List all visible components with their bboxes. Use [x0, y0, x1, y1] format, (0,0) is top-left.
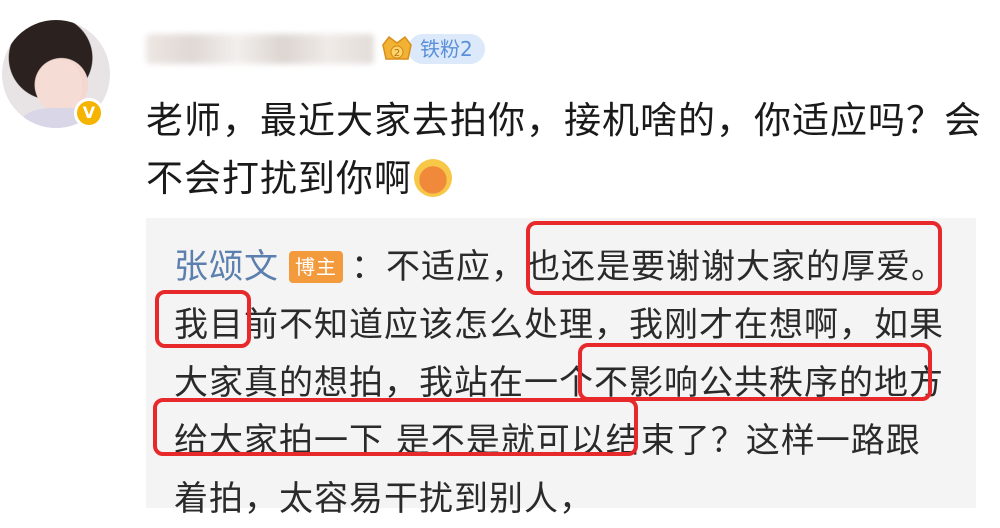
- verified-icon: V: [74, 98, 104, 128]
- owner-tag-badge: 博主: [289, 251, 343, 283]
- smiling-face-emoji-icon: [414, 159, 452, 197]
- fan-badge-label: 铁粉2: [408, 34, 485, 64]
- highlight-box-3: [578, 343, 932, 401]
- username-blurred[interactable]: [146, 34, 374, 64]
- avatar-face: [36, 60, 82, 112]
- highlight-box-2: [155, 290, 251, 348]
- svg-text:2: 2: [394, 48, 400, 59]
- reply-author-link[interactable]: 张颂文: [174, 247, 279, 287]
- comment-body: 老师，最近大家去拍你，接机啥的，你适应吗？会不会打扰到你啊: [146, 99, 982, 200]
- comment-text: 老师，最近大家去拍你，接机啥的，你适应吗？会不会打扰到你啊: [146, 92, 986, 208]
- crown-icon: 2: [380, 31, 414, 67]
- highlight-box-4: [153, 398, 638, 456]
- fan-badge[interactable]: 2 铁粉2: [380, 30, 485, 68]
- highlight-box-1: [526, 221, 942, 295]
